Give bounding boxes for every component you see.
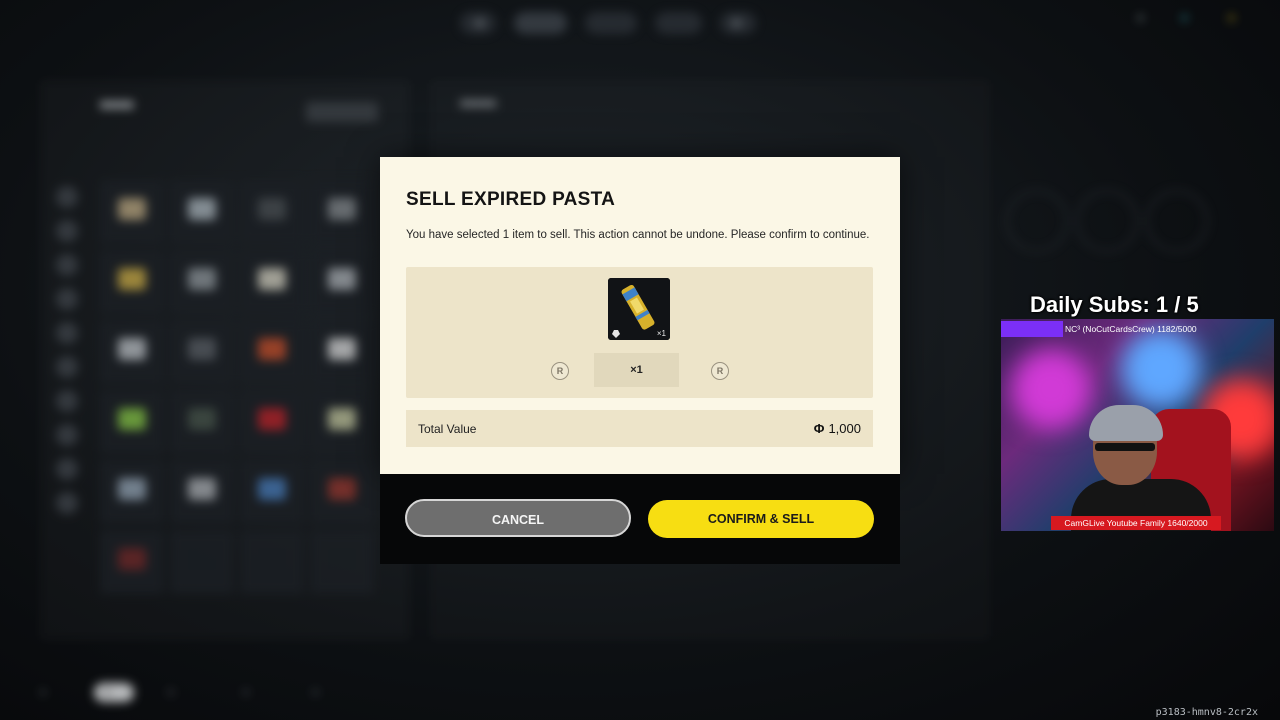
total-value-amount: Φ 1,000 — [814, 421, 861, 436]
stash-grid — [100, 180, 374, 594]
pasta-item-icon[interactable]: ×1 — [608, 278, 670, 340]
nav-icon-left: ◀ — [460, 12, 497, 34]
cancel-button[interactable]: CANCEL — [405, 499, 631, 537]
daily-subs-goal: Daily Subs: 1 / 5 — [1030, 292, 1199, 317]
currency-bar: ● ● ● — [1137, 12, 1250, 24]
session-id: p3183-hmnv8-2cr2x — [1155, 707, 1258, 718]
game-screen: ◀ ▶ ● ● ● ■■■■ ■■■■■ ● ● ● ● ● SELL EXPI… — [0, 0, 1280, 720]
item-quantity-badge: ×1 — [656, 329, 666, 338]
dialog-button-bar: CANCEL CONFIRM & SELL — [380, 474, 900, 564]
increase-quantity-button[interactable]: R — [711, 362, 729, 380]
streamer-beanie — [1089, 405, 1163, 441]
webcam-overlay: NC³ (NoCutCardsCrew) 1182/5000 CamGLive … — [1001, 319, 1274, 531]
streamer-glasses — [1095, 443, 1155, 451]
top-navigation: ◀ ▶ — [460, 10, 757, 36]
total-value-label: Total Value — [418, 422, 477, 436]
stash-title: ■■■■ — [100, 96, 134, 112]
quantity-value: ×1 — [594, 353, 679, 387]
currency-1: ● — [1137, 12, 1160, 24]
decrease-quantity-button[interactable]: R — [551, 362, 569, 380]
cam-top-goal-label: NC³ (NoCutCardsCrew) 1182/5000 — [1001, 321, 1274, 337]
total-value-row: Total Value Φ 1,000 — [406, 410, 873, 447]
dialog-title: SELL EXPIRED PASTA — [406, 189, 616, 210]
currency-icon: Φ — [813, 421, 825, 436]
stash-sort-button — [306, 102, 378, 122]
selected-item-area: ×1 R ×1 R — [406, 267, 873, 398]
currency-2: ● — [1181, 12, 1207, 24]
loadout-title: ■■■■■ — [460, 96, 497, 110]
cam-top-goal-text: NC³ (NoCutCardsCrew) 1182/5000 — [1065, 324, 1197, 334]
nav-tab-active — [514, 12, 567, 34]
stash-filter-icons — [56, 186, 78, 514]
nav-icon-right: ▶ — [719, 12, 757, 34]
confirm-sell-button[interactable]: CONFIRM & SELL — [648, 500, 874, 538]
cam-bottom-goal-label: CamGLive Youtube Family 1640/2000 — [1051, 516, 1221, 530]
sell-dialog: SELL EXPIRED PASTA You have selected 1 i… — [380, 157, 900, 474]
dialog-description: You have selected 1 item to sell. This a… — [406, 229, 870, 241]
nav-tab — [655, 12, 702, 34]
currency-3: ● — [1228, 12, 1250, 24]
bottom-action-bar: ● ● ● ● ● — [30, 683, 348, 702]
total-value-number: 1,000 — [828, 421, 861, 436]
nav-tab — [584, 12, 638, 34]
